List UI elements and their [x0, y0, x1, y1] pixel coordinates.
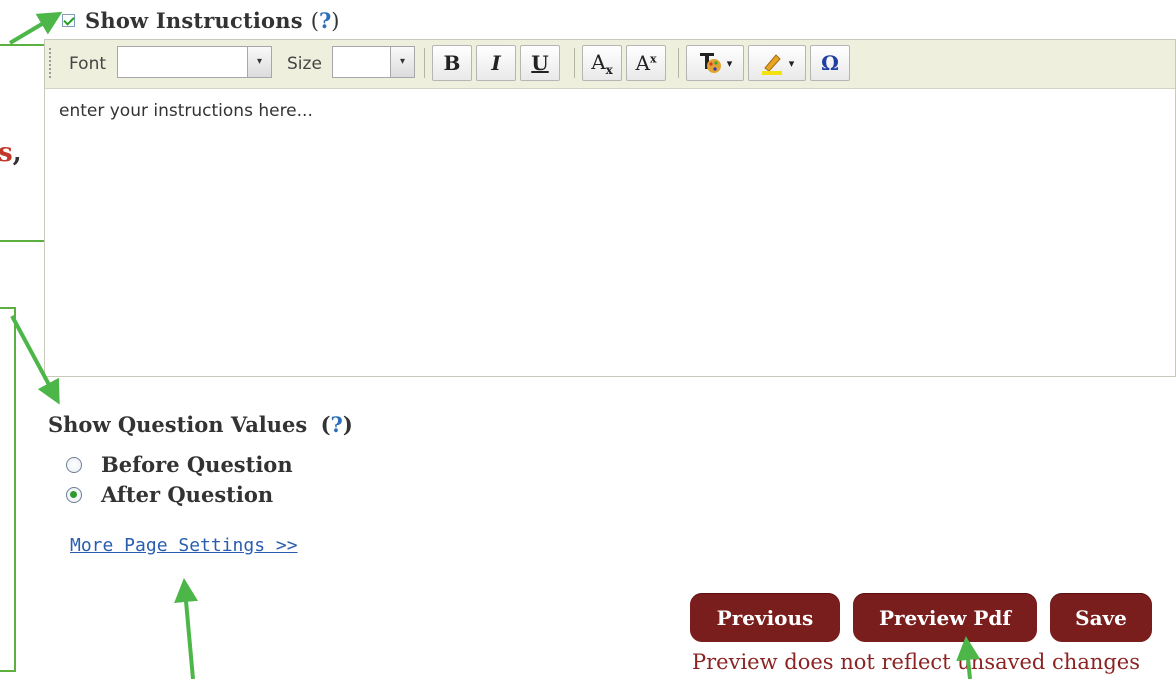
- superscript-button[interactable]: Ax: [626, 45, 666, 81]
- italic-icon: I: [491, 51, 501, 75]
- help-icon[interactable]: ?: [319, 8, 331, 33]
- toolbar-separator: [424, 48, 425, 78]
- text-color-caret-icon: ▾: [726, 56, 733, 70]
- size-dropdown-icon[interactable]: ▾: [390, 47, 414, 77]
- highlighter-icon: [761, 54, 782, 75]
- font-select[interactable]: ▾: [117, 46, 272, 78]
- editor-toolbar: Font ▾ Size ▾ B I U Ax Ax ▾ ▾ Ω: [45, 40, 1175, 89]
- preview-note: Preview does not reflect unsaved changes: [692, 650, 1141, 674]
- subscript-base: A: [591, 49, 606, 74]
- radio-before-question[interactable]: Before Question: [66, 452, 293, 477]
- size-label: Size: [287, 54, 322, 74]
- subscript-mark: x: [605, 62, 613, 77]
- question-values-label: Show Question Values: [48, 412, 308, 437]
- radio-before-question-button[interactable]: [66, 456, 82, 473]
- omega-icon: Ω: [821, 51, 839, 75]
- help-paren-close: ): [342, 412, 353, 437]
- help-paren-close: ): [331, 8, 340, 33]
- callout-text-fragment: s,: [0, 138, 22, 168]
- save-button[interactable]: Save: [1050, 593, 1152, 642]
- bold-button[interactable]: B: [432, 45, 472, 81]
- radio-after-question[interactable]: After Question: [66, 482, 273, 507]
- help-paren-open: (: [310, 8, 319, 33]
- help-icon[interactable]: ?: [331, 412, 343, 437]
- radio-after-question-label: After Question: [101, 482, 274, 507]
- question-values-help[interactable]: (?): [321, 412, 353, 437]
- special-character-button[interactable]: Ω: [810, 45, 850, 81]
- highlight-caret-icon: ▾: [788, 56, 795, 70]
- help-paren-open: (: [320, 412, 331, 437]
- superscript-icon: Ax: [635, 51, 656, 75]
- highlight-color-button[interactable]: ▾: [748, 45, 806, 81]
- italic-button[interactable]: I: [476, 45, 516, 81]
- subscript-icon: Ax: [591, 50, 613, 77]
- question-values-title: Show Question Values (?): [48, 412, 353, 437]
- previous-button[interactable]: Previous: [690, 593, 840, 642]
- show-instructions-help[interactable]: (?): [311, 8, 340, 33]
- instructions-editor: Font ▾ Size ▾ B I U Ax Ax ▾ ▾ Ω enter yo…: [44, 39, 1176, 377]
- radio-after-question-button[interactable]: [66, 486, 82, 503]
- toolbar-separator: [574, 48, 575, 78]
- font-dropdown-icon[interactable]: ▾: [247, 47, 271, 77]
- callout-box-bottom: [0, 307, 16, 672]
- more-page-settings-link[interactable]: More Page Settings >>: [70, 535, 298, 556]
- radio-before-question-label: Before Question: [101, 452, 293, 477]
- underline-button[interactable]: U: [520, 45, 560, 81]
- preview-pdf-button[interactable]: Preview Pdf: [853, 593, 1037, 642]
- show-instructions-row: Show Instructions (?): [62, 6, 339, 34]
- editor-content[interactable]: enter your instructions here...: [45, 89, 1175, 133]
- show-instructions-checkbox[interactable]: [62, 13, 75, 27]
- superscript-base: A: [635, 51, 650, 75]
- superscript-mark: x: [649, 52, 657, 66]
- bold-icon: B: [443, 51, 461, 75]
- toolbar-separator: [678, 48, 679, 78]
- text-color-button[interactable]: ▾: [686, 45, 744, 81]
- size-select[interactable]: ▾: [332, 46, 415, 78]
- show-instructions-label: Show Instructions: [85, 7, 303, 33]
- subscript-button[interactable]: Ax: [582, 45, 622, 81]
- toolbar-grip[interactable]: [49, 48, 54, 78]
- font-label: Font: [69, 54, 107, 74]
- arrow-to-more-settings: [174, 578, 199, 679]
- callout-box-top: s,: [0, 44, 46, 242]
- underline-icon: U: [531, 51, 549, 75]
- text-color-icon: [699, 53, 721, 73]
